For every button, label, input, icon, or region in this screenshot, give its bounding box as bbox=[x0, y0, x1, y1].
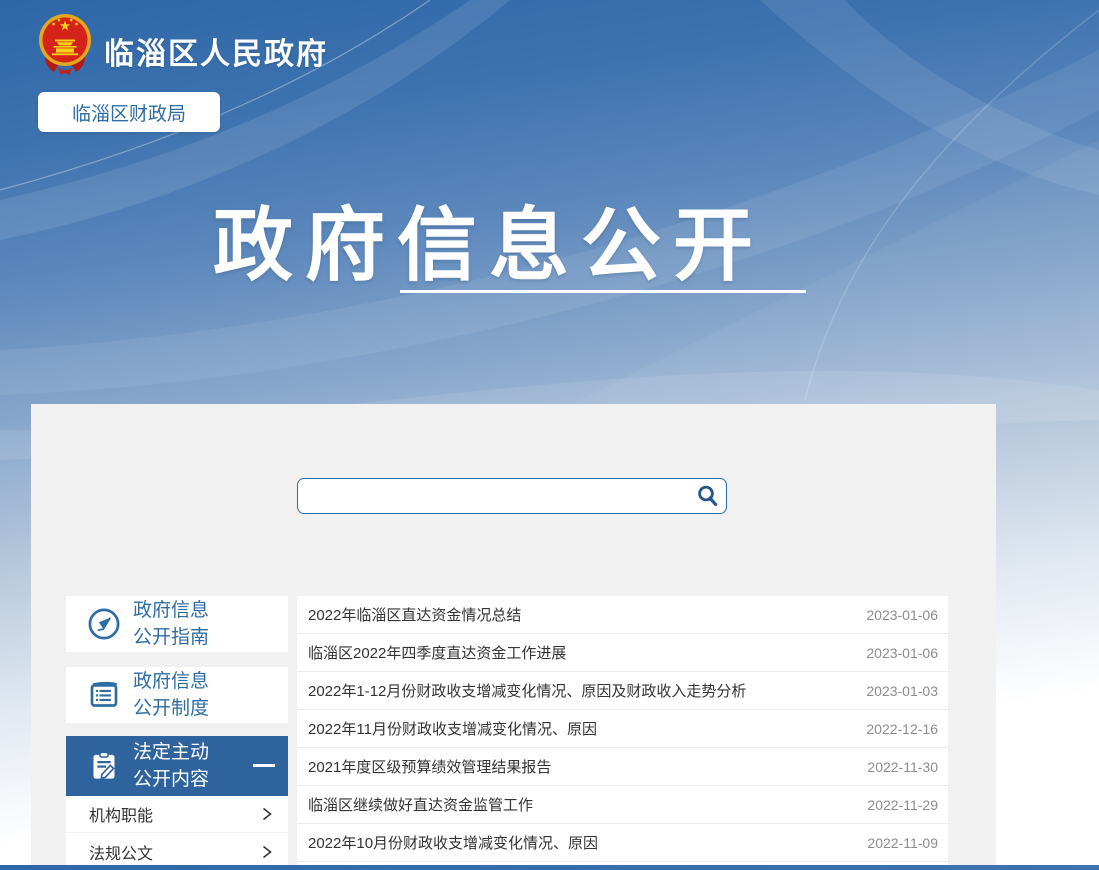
article-title-link[interactable]: 临淄区2022年四季度直达资金工作进展 bbox=[308, 642, 566, 663]
article-row[interactable]: 2022年11月份财政收支增减变化情况、原因 2022-12-16 bbox=[297, 710, 948, 748]
chevron-right-icon bbox=[261, 806, 273, 822]
article-row[interactable]: 临淄区继续做好直达资金监管工作 2022-11-29 bbox=[297, 786, 948, 824]
article-title-link[interactable]: 临淄区继续做好直达资金监管工作 bbox=[308, 794, 533, 815]
clipboard-pencil-icon bbox=[86, 748, 122, 784]
gov-site-name: 临淄区人民政府 bbox=[104, 29, 328, 73]
title-underline-decoration bbox=[400, 290, 806, 293]
sidebar-subitem-laws-documents[interactable]: 法规公文 bbox=[66, 833, 288, 870]
article-date: 2022-11-30 bbox=[867, 759, 938, 775]
article-row[interactable]: 2022年临淄区直达资金情况总结 2023-01-06 bbox=[297, 596, 948, 634]
article-date: 2022-12-16 bbox=[866, 721, 938, 737]
article-row[interactable]: 2022年1-12月份财政收支增减变化情况、原因及财政收入走势分析 2023-0… bbox=[297, 672, 948, 710]
article-date: 2023-01-03 bbox=[866, 683, 938, 699]
sidebar-subitem-label: 法规公文 bbox=[89, 840, 153, 864]
sidebar-item-label: 政府信息 公开制度 bbox=[133, 668, 209, 722]
article-row[interactable]: 临淄区2022年四季度直达资金工作进展 2023-01-06 bbox=[297, 634, 948, 672]
sidebar-item-label: 政府信息 公开指南 bbox=[133, 597, 209, 651]
site-brand[interactable]: 临淄区人民政府 bbox=[38, 12, 328, 76]
sidebar-item-label: 法定主动 公开内容 bbox=[133, 739, 209, 793]
search-button[interactable] bbox=[688, 479, 726, 513]
article-title-link[interactable]: 2021年度区级预算绩效管理结果报告 bbox=[308, 756, 551, 777]
minus-icon bbox=[253, 764, 275, 767]
article-date: 2022-11-29 bbox=[867, 797, 938, 813]
compass-icon bbox=[86, 606, 122, 642]
notebook-icon bbox=[86, 677, 122, 713]
sidebar-item-gov-info-guide[interactable]: 政府信息 公开指南 bbox=[66, 596, 288, 652]
department-tab-button[interactable]: 临淄区财政局 bbox=[38, 92, 220, 132]
article-row[interactable]: 2022年10月份财政收支增减变化情况、原因 2022-11-09 bbox=[297, 824, 948, 862]
search-icon bbox=[694, 484, 720, 508]
sidebar-subpanel: 机构职能 法规公文 bbox=[66, 796, 288, 865]
search-box bbox=[297, 478, 727, 514]
article-date: 2022-11-09 bbox=[867, 835, 938, 851]
national-emblem-icon bbox=[38, 12, 92, 76]
sidebar-subitem-label: 机构职能 bbox=[89, 802, 153, 826]
article-row[interactable]: 2021年度区级预算绩效管理结果报告 2022-11-30 bbox=[297, 748, 948, 786]
article-date: 2023-01-06 bbox=[866, 645, 938, 661]
sidebar-item-gov-info-rules[interactable]: 政府信息 公开制度 bbox=[66, 667, 288, 723]
search-input[interactable] bbox=[298, 479, 688, 513]
article-title-link[interactable]: 2022年临淄区直达资金情况总结 bbox=[308, 604, 521, 625]
chevron-right-icon bbox=[261, 844, 273, 860]
article-title-link[interactable]: 2022年1-12月份财政收支增减变化情况、原因及财政收入走势分析 bbox=[308, 680, 746, 701]
page-title: 政府信息公开 bbox=[213, 181, 765, 297]
article-title-link[interactable]: 2022年11月份财政收支增减变化情况、原因 bbox=[308, 718, 597, 739]
sidebar-item-statutory-disclosure[interactable]: 法定主动 公开内容 bbox=[66, 736, 288, 796]
article-date: 2023-01-06 bbox=[866, 607, 938, 623]
sidebar-subitem-org-functions[interactable]: 机构职能 bbox=[66, 796, 288, 833]
article-title-link[interactable]: 2022年10月份财政收支增减变化情况、原因 bbox=[308, 832, 598, 853]
article-list: 2022年临淄区直达资金情况总结 2023-01-06 临淄区2022年四季度直… bbox=[297, 596, 948, 865]
